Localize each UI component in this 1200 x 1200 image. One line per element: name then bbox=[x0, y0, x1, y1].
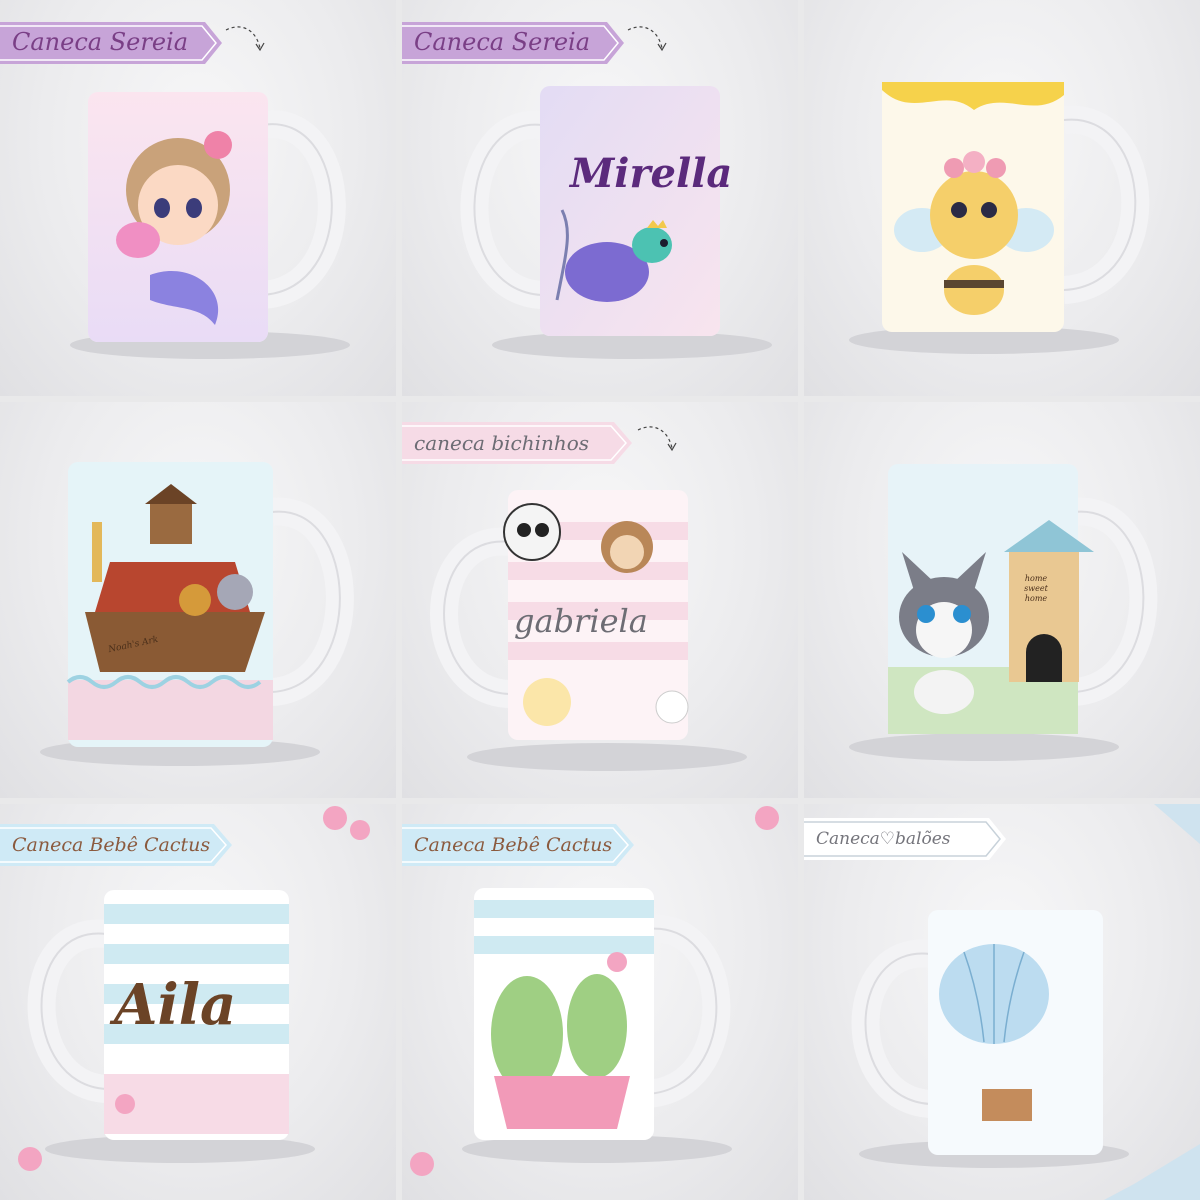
mug-ark-illustration bbox=[40, 462, 354, 766]
tile-sereia-2: Mirella Caneca Sereia bbox=[402, 0, 798, 396]
mug-puppy-illustration bbox=[849, 464, 1158, 761]
tile-sereia-1: Caneca Sereia bbox=[0, 0, 396, 396]
caption-label: Caneca Bebê Cactus bbox=[12, 834, 211, 856]
tile-baloes: Caneca♡balões bbox=[804, 804, 1200, 1200]
caption-label: Caneca Sereia bbox=[12, 28, 189, 56]
caption-label: caneca bichinhos bbox=[414, 431, 590, 455]
tile-dog: home sweet home bbox=[804, 402, 1200, 798]
caption-label: Caneca♡balões bbox=[816, 829, 951, 849]
mug-name-text: gabriela bbox=[514, 602, 648, 640]
house-sign-text: home sweet home bbox=[1024, 574, 1048, 603]
caption-label: Caneca Sereia bbox=[414, 28, 591, 56]
curved-arrow-icon bbox=[627, 26, 667, 52]
mug-name-text: Aila bbox=[114, 972, 237, 1038]
mug-balloon-illustration bbox=[851, 804, 1200, 1200]
tile-cactus-1: Aila Caneca Bebê Cactus bbox=[0, 804, 396, 1200]
caption-label: Caneca Bebê Cactus bbox=[414, 834, 613, 856]
tile-bichinhos: gabriela caneca bichinhos bbox=[402, 402, 798, 798]
tile-cactus-2: Caneca Bebê Cactus bbox=[402, 804, 798, 1200]
tile-arca: Noah's Ark bbox=[0, 402, 396, 798]
mug-bee-illustration bbox=[849, 82, 1150, 354]
tile-bee bbox=[804, 0, 1200, 396]
mug-collage: Caneca Sereia Mirella Caneca Sereia Noah… bbox=[0, 0, 1200, 1200]
mug-name-text: Mirella bbox=[570, 150, 733, 197]
curved-arrow-icon bbox=[225, 26, 265, 52]
curved-arrow-icon bbox=[637, 426, 677, 452]
